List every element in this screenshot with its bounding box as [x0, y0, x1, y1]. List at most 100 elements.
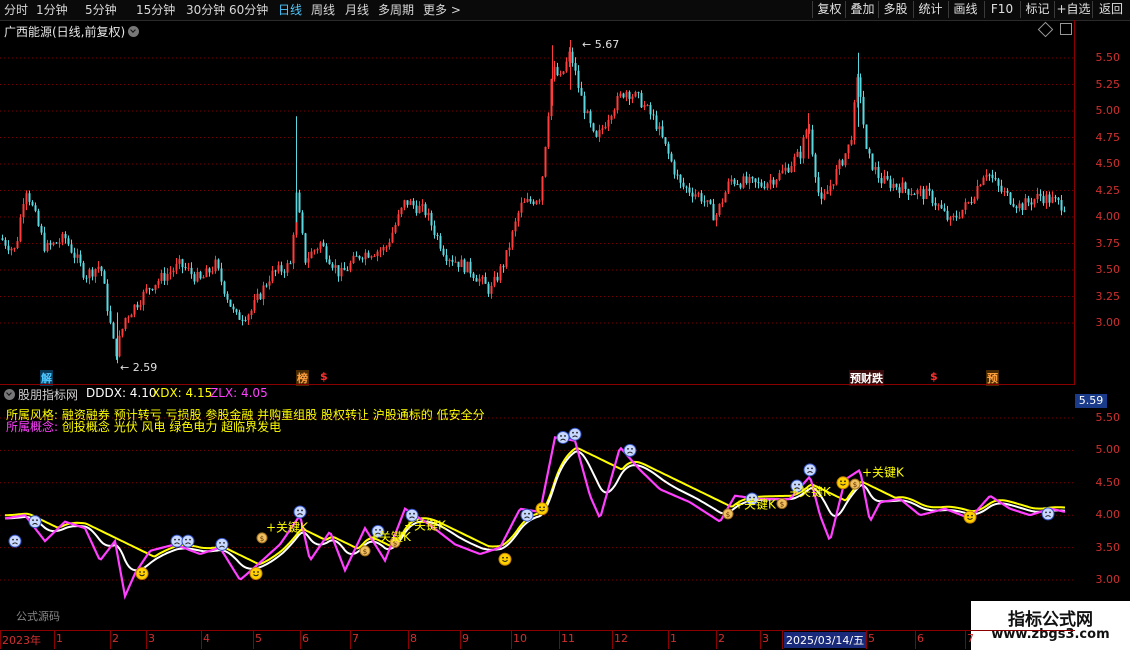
back-button[interactable]: 返回 [1092, 1, 1129, 18]
candle [883, 169, 886, 184]
current-value-badge: 5.59 [1075, 394, 1107, 408]
period-monthly[interactable]: 月线 [345, 2, 369, 18]
chevron-down-icon[interactable] [4, 389, 15, 400]
time-tick: 2 [112, 632, 119, 645]
candlestick-chart[interactable] [0, 20, 1130, 385]
candle [145, 284, 148, 294]
period-weekly[interactable]: 周线 [311, 2, 335, 18]
period-more[interactable]: 更多 > [423, 2, 461, 18]
f10-button[interactable]: F10 [984, 1, 1019, 18]
mark-button[interactable]: 标记 [1020, 1, 1054, 18]
period-5min[interactable]: 5分钟 [85, 2, 117, 18]
candle [217, 258, 220, 271]
money-bag-icon: $ [722, 508, 734, 520]
candle [46, 239, 49, 253]
candle [961, 209, 964, 219]
candle [139, 300, 142, 311]
candle [40, 223, 43, 235]
candle [577, 65, 580, 93]
key-k-label: +关键K [789, 485, 832, 499]
indicator-chart[interactable]: $$$$$$+关键K+关键K+关键K+关键K+关键K+关键K [0, 402, 1130, 630]
candle [928, 182, 931, 196]
candle [781, 164, 784, 174]
candle [589, 109, 592, 128]
candle [691, 187, 694, 203]
indicator-header[interactable]: 股朋指标网 [4, 386, 78, 403]
candle [19, 214, 22, 243]
time-tick: 6 [917, 632, 924, 645]
candle [727, 178, 730, 194]
period-15min[interactable]: 15分钟 [136, 2, 175, 18]
candle [238, 309, 241, 321]
candle [334, 259, 337, 274]
candle [481, 275, 484, 285]
time-tick-mark [0, 631, 1, 649]
candle [628, 90, 631, 105]
candle [163, 267, 166, 286]
period-multi[interactable]: 多周期 [378, 2, 414, 18]
tag-dollar[interactable]: $ [320, 370, 328, 383]
candle [328, 255, 331, 265]
smile-face-icon [836, 476, 850, 490]
candle [13, 247, 16, 252]
candle [208, 267, 211, 277]
time-tick-mark [54, 631, 55, 649]
candle [949, 215, 952, 226]
candle [367, 250, 370, 259]
candle [526, 192, 529, 203]
candle [886, 171, 889, 181]
candle [958, 211, 961, 220]
candle [454, 256, 457, 263]
stats-button[interactable]: 统计 [913, 1, 947, 18]
candle [415, 200, 418, 216]
time-tick: 5 [255, 632, 262, 645]
candle [52, 241, 55, 247]
candle [376, 249, 379, 262]
candle [931, 189, 934, 207]
period-60min[interactable]: 60分钟 [229, 2, 268, 18]
candle [892, 178, 895, 191]
candle [91, 267, 94, 281]
candle [1021, 202, 1024, 216]
candle [211, 266, 214, 275]
candle [361, 256, 364, 263]
candle [463, 258, 466, 275]
candle [703, 195, 706, 207]
candle [661, 120, 664, 139]
draw-line-button[interactable]: 画线 [948, 1, 982, 18]
multi-stock-button[interactable]: 多股 [878, 1, 912, 18]
candle [793, 153, 796, 173]
fuquan-button[interactable]: 复权 [812, 1, 846, 18]
time-tick-mark [612, 631, 613, 649]
period-1min[interactable]: 1分钟 [36, 2, 68, 18]
period-30min[interactable]: 30分钟 [186, 2, 225, 18]
candle [841, 158, 844, 167]
candle [598, 124, 601, 142]
high-price-value: 5.67 [594, 38, 620, 51]
period-fenshi[interactable]: 分时 [4, 2, 28, 18]
overlay-button[interactable]: 叠加 [845, 1, 879, 18]
period-daily[interactable]: 日线 [278, 2, 302, 18]
candle [1018, 200, 1021, 212]
sad-face-icon [556, 430, 570, 444]
add-watchlist-button[interactable]: +自选 [1054, 1, 1092, 18]
candle [787, 163, 790, 173]
tag-dollar-2[interactable]: $ [930, 370, 938, 383]
indicator-tick: 4.50 [1095, 475, 1121, 489]
candle [778, 169, 781, 182]
sad-face-icon [520, 508, 534, 522]
candle [505, 250, 508, 269]
candle [424, 202, 427, 218]
candle [445, 248, 448, 266]
candle [430, 210, 433, 231]
time-tick-mark [146, 631, 147, 649]
smile-face-icon [498, 552, 512, 566]
candle [391, 227, 394, 244]
price-tick: 3.75 [1095, 236, 1121, 250]
candle [514, 217, 517, 237]
candle [247, 313, 250, 325]
key-k-label: +关键K [734, 498, 777, 512]
price-tick: 4.25 [1095, 183, 1121, 197]
candle [1042, 191, 1045, 206]
candle [472, 271, 475, 282]
